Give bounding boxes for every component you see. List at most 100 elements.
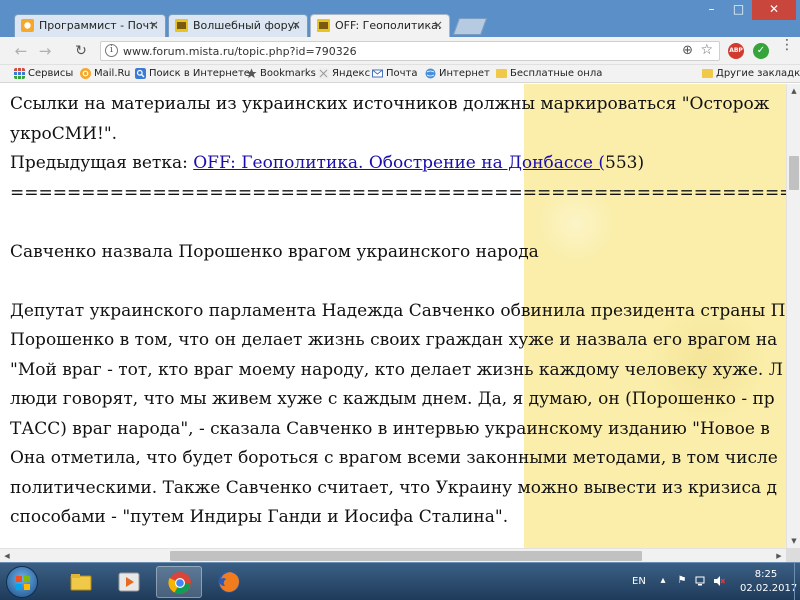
bookmark-label: Bookmarks [260, 68, 316, 79]
tab-close-icon[interactable]: × [433, 15, 443, 36]
previous-thread-line: Предыдущая ветка: OFF: Геополитика. Обос… [10, 149, 786, 179]
article-line: Депутат украинского парламента Надежда С… [10, 300, 786, 321]
start-button[interactable] [6, 566, 38, 598]
vertical-scroll-thumb[interactable] [789, 156, 799, 190]
yandex-icon [318, 68, 329, 79]
tab-mail[interactable]: Программист - Почта М × [14, 14, 166, 37]
adblock-extension-icon[interactable]: ABP [728, 43, 744, 59]
tab-label: OFF: Геополитика. Пути [335, 19, 441, 32]
windows-logo-icon [16, 576, 30, 590]
mail-icon [372, 69, 383, 78]
media-player-icon [118, 572, 140, 592]
zoom-icon[interactable]: ⊕ [682, 43, 693, 58]
previous-thread-close: ) [637, 153, 645, 173]
bookmark-services[interactable]: Сервисы [14, 67, 73, 81]
post-notice-line-1: Ссылки на материалы из украинских источн… [10, 94, 770, 114]
mailru-icon [80, 68, 91, 79]
address-bar[interactable]: i www.forum.mista.ru/topic.php?id=790326… [100, 41, 720, 61]
tab-strip: Программист - Почта М × Волшебный форум … [0, 0, 800, 38]
bookmark-label: Почта [386, 68, 418, 79]
scroll-right-icon[interactable]: ▶ [772, 549, 786, 563]
explorer-icon [70, 574, 92, 591]
tab-label: Программист - Почта М [39, 19, 157, 32]
bookmark-yandex[interactable]: Яндекс [318, 67, 370, 81]
article-line: Порошенко в том, что он делает жизнь сво… [10, 330, 778, 350]
bookmark-label: Интернет [439, 68, 490, 79]
minimize-button[interactable]: – [698, 0, 725, 20]
tab-geopolitics[interactable]: OFF: Геополитика. Пути × [310, 14, 450, 38]
article-line: способами - "путем Индиры Ганди и Иосифа… [10, 507, 509, 527]
taskbar-explorer[interactable] [58, 566, 104, 598]
close-window-button[interactable]: ✕ [752, 0, 796, 20]
folder-icon [496, 69, 507, 78]
menu-icon[interactable]: ⋮ [780, 38, 794, 52]
bookmark-search[interactable]: Поиск в Интернете [135, 67, 250, 81]
post-content: Ссылки на материалы из украинских источн… [10, 90, 786, 533]
bookmark-label: Другие закладки [716, 68, 800, 79]
bookmark-mailru[interactable]: Mail.Ru [80, 67, 130, 81]
system-clock[interactable]: 8:25 02.02.2017 [740, 568, 798, 596]
tab-close-icon[interactable]: × [149, 15, 159, 36]
action-center-flag-icon[interactable]: ⚑ [676, 575, 688, 587]
article-line: "Мой враг - тот, кто враг моему народу, … [10, 359, 783, 380]
chrome-icon [168, 572, 191, 594]
taskbar-media-player[interactable] [106, 566, 152, 598]
article-line: ТАСС) враг народа", - сказала Савченко в… [10, 418, 770, 439]
maximize-button[interactable]: □ [725, 0, 752, 20]
back-button[interactable]: ← [12, 42, 30, 60]
bookmark-internet[interactable]: Интернет [425, 67, 490, 81]
bookmark-label: Mail.Ru [94, 68, 131, 79]
bookmark-free-online[interactable]: Бесплатные онлайн с [496, 67, 602, 81]
bookmark-icon [246, 68, 257, 78]
apps-icon [14, 68, 25, 79]
scroll-left-icon[interactable]: ◀ [0, 549, 14, 563]
bookmark-mail[interactable]: Почта [372, 67, 418, 81]
show-desktop-button[interactable] [794, 563, 800, 600]
forward-button[interactable]: → [36, 42, 54, 60]
forum-favicon-icon [317, 19, 330, 32]
language-indicator[interactable]: EN [632, 576, 646, 587]
horizontal-scrollbar[interactable]: ◀ ▶ [0, 548, 786, 562]
clock-time: 8:25 [754, 569, 778, 580]
scroll-down-icon[interactable]: ▼ [787, 534, 800, 548]
check-extension-icon[interactable]: ✓ [753, 43, 769, 59]
horizontal-scroll-thumb[interactable] [170, 551, 642, 561]
bookmarks-bar: Сервисы Mail.Ru Поиск в Интернете Bookma… [0, 65, 800, 83]
info-icon[interactable]: i [105, 44, 118, 57]
taskbar-firefox[interactable] [206, 566, 252, 598]
network-icon[interactable] [695, 575, 707, 587]
tab-label: Волшебный форум [193, 19, 299, 32]
taskbar: EN ▴ ⚑ 8:25 02.02.2017 [0, 562, 800, 600]
clock-date: 02.02.2017 [740, 583, 798, 594]
bookmark-star-icon[interactable]: ☆ [700, 42, 713, 58]
previous-thread-link[interactable]: OFF: Геополитика. Обострение на Донбассе… [193, 153, 605, 173]
bookmark-label: Сервисы [28, 68, 74, 79]
bookmark-other[interactable]: Другие закладки [702, 67, 800, 81]
post-notice-line-2: укроСМИ!". [10, 123, 118, 144]
tab-close-icon[interactable]: × [291, 15, 301, 36]
volume-muted-icon[interactable] [713, 575, 725, 587]
scrollbar-corner [786, 548, 800, 562]
article-line: политическими. Также Савченко считает, ч… [10, 477, 777, 498]
tray-expand-icon[interactable]: ▴ [657, 575, 669, 587]
bookmark-label: Яндекс [332, 68, 371, 79]
new-tab-button[interactable] [452, 18, 488, 35]
forum-favicon-icon [175, 19, 188, 32]
url-text[interactable]: www.forum.mista.ru/topic.php?id=790326 [123, 45, 357, 58]
bookmark-label: Поиск в Интернете [149, 68, 250, 79]
folder-icon [702, 69, 713, 78]
bookmark-bookmarks[interactable]: Bookmarks [246, 67, 316, 81]
tab-forum[interactable]: Волшебный форум × [168, 14, 308, 37]
vertical-scrollbar[interactable]: ▲ ▼ [786, 84, 800, 548]
previous-thread-label: Предыдущая ветка: [10, 153, 194, 173]
search-icon [135, 68, 146, 79]
globe-icon [425, 68, 436, 79]
page-viewport: Ссылки на материалы из украинских источн… [0, 84, 786, 548]
previous-thread-count: 553 [605, 153, 638, 173]
reload-button[interactable]: ↻ [72, 42, 90, 60]
toolbar: ← → ↻ i www.forum.mista.ru/topic.php?id=… [0, 37, 800, 65]
taskbar-chrome[interactable] [156, 566, 202, 598]
scroll-up-icon[interactable]: ▲ [787, 84, 800, 98]
